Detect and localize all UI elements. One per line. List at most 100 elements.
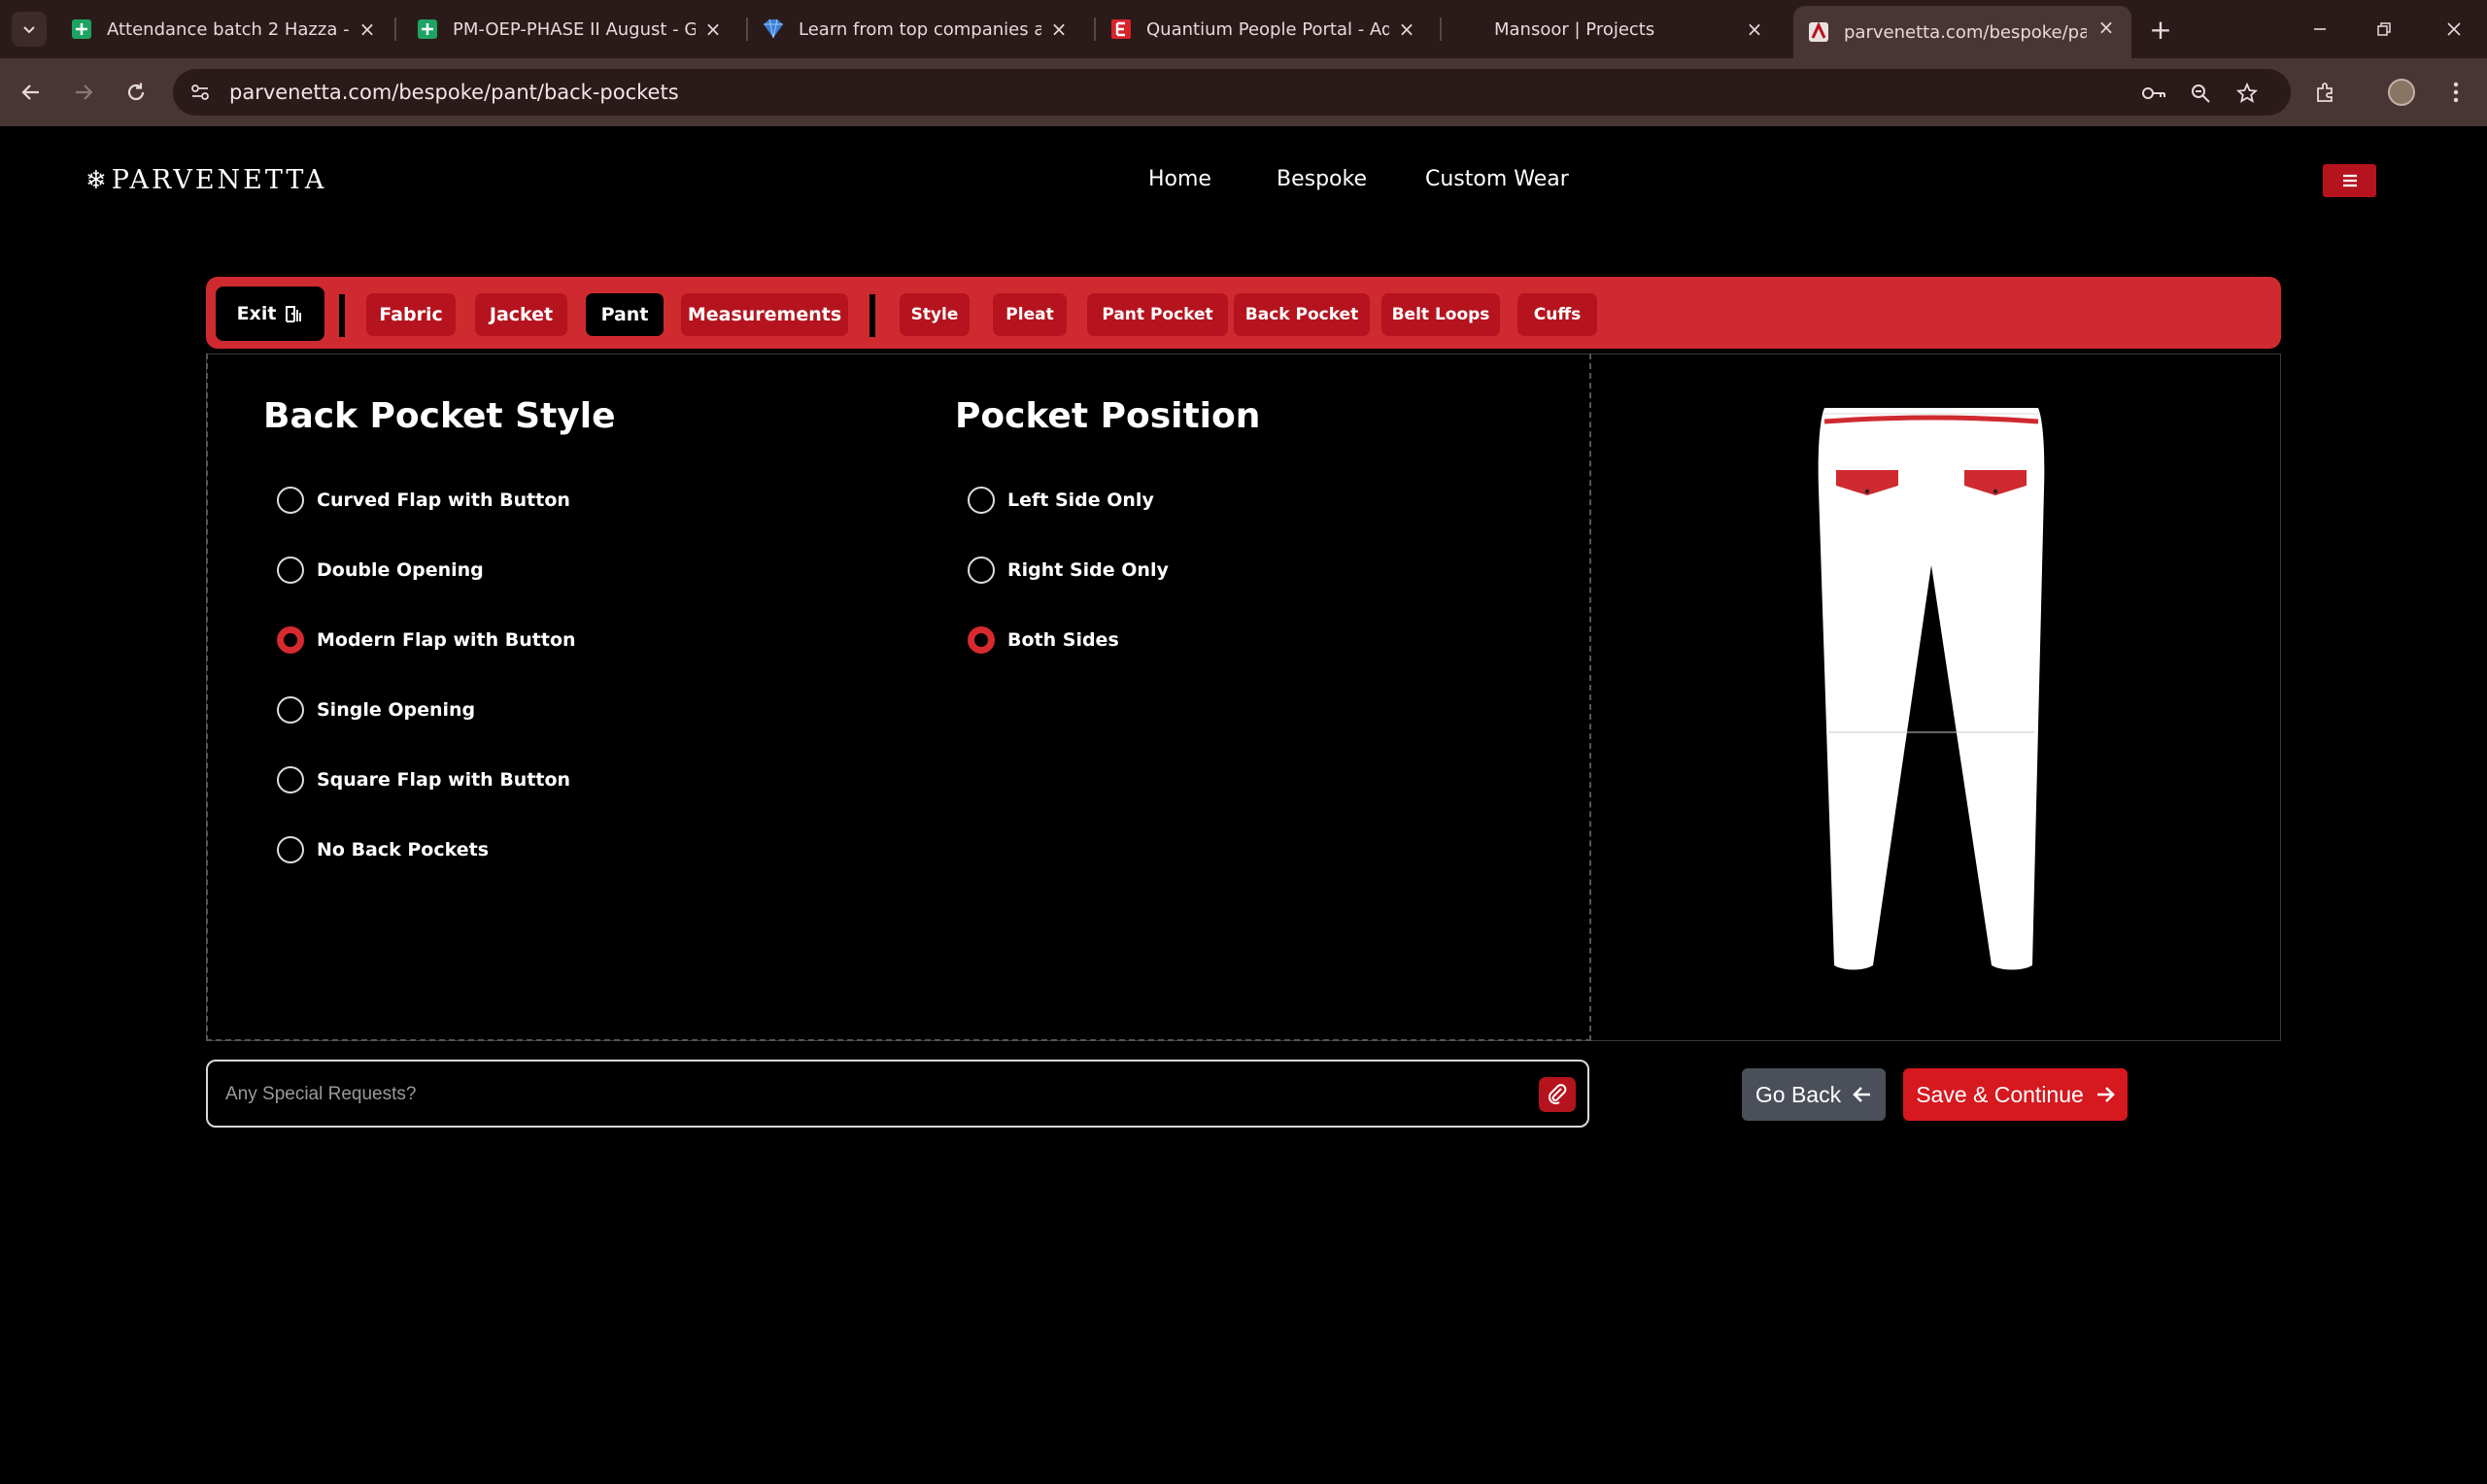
- radio-button[interactable]: [968, 487, 995, 514]
- step-cuffs[interactable]: Cuffs: [1517, 293, 1597, 336]
- close-icon[interactable]: ×: [1743, 17, 1766, 41]
- tab-title: Quantium People Portal - Admi: [1146, 18, 1389, 40]
- hamburger-icon: [2342, 174, 2357, 187]
- nav-bespoke[interactable]: Bespoke: [1277, 167, 1367, 191]
- special-requests-input[interactable]: [225, 1075, 1488, 1114]
- arrow-right-icon: [2096, 1087, 2115, 1102]
- step-pleat[interactable]: Pleat: [993, 293, 1067, 336]
- save-continue-label: Save & Continue: [1916, 1081, 2084, 1107]
- arrow-left-icon: [21, 84, 39, 100]
- option-no-back-pockets[interactable]: No Back Pockets: [277, 835, 489, 864]
- step-style[interactable]: Style: [900, 293, 970, 336]
- chevron-down-icon: [23, 26, 35, 34]
- tab-title: Learn from top companies and: [799, 18, 1041, 40]
- option-modern-flap-with-button[interactable]: Modern Flap with Button: [277, 625, 576, 655]
- close-icon[interactable]: ×: [1047, 17, 1071, 41]
- kebab-menu-icon: [2453, 82, 2459, 103]
- go-back-button[interactable]: Go Back: [1742, 1068, 1886, 1121]
- site-logo[interactable]: ❄ PARVENETTA: [85, 165, 326, 195]
- browser-menu-button[interactable]: [2438, 75, 2473, 110]
- option-label: Modern Flap with Button: [317, 629, 576, 651]
- minimize-button[interactable]: [2302, 14, 2337, 45]
- radio-button[interactable]: [277, 487, 304, 514]
- plus-icon: +: [2149, 13, 2172, 46]
- exit-label: Exit: [236, 303, 277, 324]
- save-continue-button[interactable]: Save & Continue: [1903, 1068, 2128, 1121]
- option-single-opening[interactable]: Single Opening: [277, 695, 475, 725]
- back-button[interactable]: [14, 75, 49, 110]
- radio-button[interactable]: [277, 696, 304, 724]
- nav-home[interactable]: Home: [1148, 167, 1211, 191]
- attach-button[interactable]: [1539, 1077, 1576, 1112]
- tab-title: Mansoor | Projects: [1494, 18, 1655, 40]
- google-sheets-icon: [70, 17, 93, 41]
- option-label: Square Flap with Button: [317, 769, 571, 791]
- puzzle-icon: [2317, 83, 2333, 102]
- tab-attendance[interactable]: Attendance batch 2 Hazza - Goo ×: [56, 8, 392, 51]
- zoom-icon[interactable]: [2188, 81, 2213, 106]
- category-jacket[interactable]: Jacket: [475, 293, 567, 336]
- option-label: No Back Pockets: [317, 839, 490, 860]
- arrow-right-icon: [76, 84, 93, 100]
- option-square-flap-with-button[interactable]: Square Flap with Button: [277, 765, 570, 794]
- restore-icon: [2377, 22, 2391, 36]
- radio-button[interactable]: [277, 556, 304, 584]
- tab-title: Attendance batch 2 Hazza - Goo: [107, 18, 350, 40]
- new-tab-button[interactable]: +: [2145, 13, 2176, 46]
- minimize-icon: [2314, 28, 2326, 30]
- step-back-pocket[interactable]: Back Pocket: [1234, 293, 1370, 336]
- step-pant-pocket[interactable]: Pant Pocket: [1087, 293, 1228, 336]
- reload-button[interactable]: [119, 75, 153, 110]
- nav-custom-wear[interactable]: Custom Wear: [1425, 167, 1569, 191]
- tab-search-button[interactable]: [12, 12, 47, 47]
- tab-separator: [394, 17, 396, 41]
- hamburger-menu-button[interactable]: [2323, 164, 2376, 197]
- option-both-sides[interactable]: Both Sides: [968, 625, 1119, 655]
- bookmark-star-icon[interactable]: [2234, 81, 2260, 106]
- site-settings-icon[interactable]: [188, 81, 212, 104]
- go-back-label: Go Back: [1755, 1081, 1842, 1107]
- password-key-icon[interactable]: [2141, 81, 2166, 106]
- radio-button[interactable]: [277, 766, 304, 793]
- special-requests-box: [206, 1060, 1589, 1128]
- close-icon[interactable]: ×: [1395, 17, 1418, 41]
- browser-toolbar: parvenetta.com/bespoke/pant/back-pockets: [0, 58, 2487, 126]
- tab-learn[interactable]: Learn from top companies and ×: [748, 8, 1084, 51]
- parvenetta-favicon-icon: [1807, 20, 1830, 44]
- option-curved-flap-with-button[interactable]: Curved Flap with Button: [277, 486, 570, 515]
- profile-avatar[interactable]: [2388, 79, 2415, 106]
- browser-tab-bar: Attendance batch 2 Hazza - Goo × PM-OEP-…: [0, 0, 2487, 58]
- tab-mansoor-projects[interactable]: Mansoor | Projects ×: [1444, 8, 1780, 51]
- extensions-button[interactable]: [2308, 75, 2343, 110]
- blank-page-icon: [1457, 17, 1481, 41]
- close-window-button[interactable]: [2436, 14, 2471, 45]
- category-fabric[interactable]: Fabric: [366, 293, 456, 336]
- exit-door-icon: [286, 306, 302, 322]
- option-right-side-only[interactable]: Right Side Only: [968, 556, 1169, 585]
- radio-button-selected[interactable]: [968, 626, 995, 654]
- category-measurements[interactable]: Measurements: [681, 293, 848, 336]
- option-double-opening[interactable]: Double Opening: [277, 556, 484, 585]
- restore-button[interactable]: [2367, 14, 2402, 45]
- radio-button[interactable]: [968, 556, 995, 584]
- snowflake-logo-icon: ❄: [85, 165, 110, 195]
- google-sheets-icon: [416, 17, 439, 41]
- radio-button[interactable]: [277, 836, 304, 863]
- tab-pm-oep[interactable]: PM-OEP-PHASE II August - Goo ×: [402, 8, 738, 51]
- category-pant[interactable]: Pant: [586, 293, 664, 336]
- radio-button-selected[interactable]: [277, 626, 304, 654]
- forward-button[interactable]: [66, 75, 101, 110]
- configurator-step-bar: Exit Fabric Jacket Pant Measurements Sty…: [206, 277, 2281, 349]
- close-icon[interactable]: ×: [356, 17, 379, 41]
- url-text: parvenetta.com/bespoke/pant/back-pockets: [229, 81, 679, 104]
- tab-parvenetta[interactable]: parvenetta.com/bespoke/pant/b ×: [1793, 6, 2131, 58]
- e-letter-icon: [1109, 17, 1133, 41]
- step-belt-loops[interactable]: Belt Loops: [1381, 293, 1500, 336]
- tab-quantium[interactable]: Quantium People Portal - Admi ×: [1096, 8, 1432, 51]
- close-icon[interactable]: ×: [701, 17, 725, 41]
- address-bar[interactable]: parvenetta.com/bespoke/pant/back-pockets: [173, 69, 2291, 116]
- close-icon[interactable]: ×: [2095, 16, 2118, 39]
- exit-button[interactable]: Exit: [216, 287, 324, 341]
- heart-diamond-icon: [762, 17, 785, 41]
- option-left-side-only[interactable]: Left Side Only: [968, 486, 1154, 515]
